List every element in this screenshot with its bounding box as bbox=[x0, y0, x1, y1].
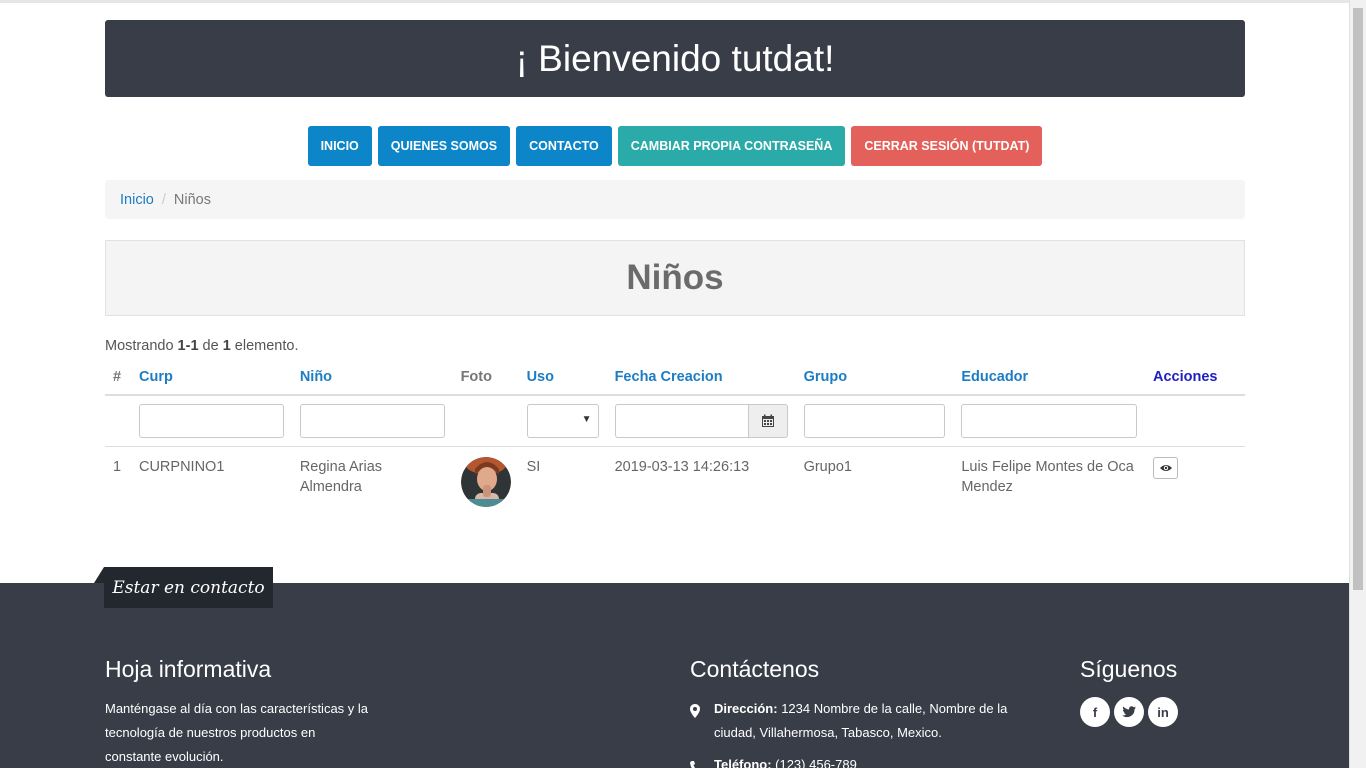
tab-notch bbox=[94, 567, 104, 583]
chevron-down-icon: ▼ bbox=[581, 414, 592, 425]
filter-cell-grupo bbox=[795, 395, 954, 447]
col-header-fecha[interactable]: Fecha Creacion bbox=[606, 360, 796, 396]
social-links: f in bbox=[1080, 697, 1178, 727]
fecha-filter-group bbox=[614, 404, 788, 438]
facebook-icon[interactable]: f bbox=[1080, 697, 1110, 727]
main-nav: INICIO QUIENES SOMOS CONTACTO CAMBIAR PR… bbox=[105, 126, 1245, 166]
footer-tab-label: Estar en contacto bbox=[104, 567, 273, 608]
row-foto bbox=[453, 447, 519, 509]
sort-nino-link[interactable]: Niño bbox=[300, 369, 332, 385]
table-row: 1 CURPNINO1 Regina Arias Almendra SI 201… bbox=[105, 447, 1245, 509]
breadcrumb-current: Niños bbox=[173, 191, 211, 208]
col-header-curp[interactable]: Curp bbox=[130, 360, 292, 396]
filter-cell-acciones bbox=[1145, 395, 1245, 447]
summary-suffix: elemento. bbox=[230, 338, 299, 354]
acciones-label: Acciones bbox=[1153, 369, 1218, 385]
row-uso: SI bbox=[526, 459, 541, 475]
page-title: Niños bbox=[626, 258, 724, 297]
summary-total: 1 bbox=[222, 338, 231, 354]
filter-cell-foto bbox=[452, 395, 519, 447]
newsletter-text: Manténgase al día con las característica… bbox=[105, 701, 369, 764]
welcome-banner: ¡ Bienvenido tutdat! bbox=[105, 20, 1245, 97]
change-password-button[interactable]: CAMBIAR PROPIA CONTRASEÑA bbox=[617, 126, 846, 166]
welcome-text: ¡ Bienvenido tutdat! bbox=[515, 37, 835, 79]
breadcrumb-separator: / bbox=[161, 191, 166, 208]
row-fecha: 2019-03-13 14:26:13 bbox=[614, 459, 750, 475]
address-label: Dirección: bbox=[714, 701, 778, 716]
eye-icon bbox=[1159, 465, 1172, 471]
nino-filter-input[interactable] bbox=[299, 404, 445, 438]
col-header-uso[interactable]: Uso bbox=[518, 360, 607, 396]
follow-title: Síguenos bbox=[1080, 656, 1178, 682]
breadcrumb-home-link[interactable]: Inicio bbox=[120, 192, 154, 208]
educador-filter-input[interactable] bbox=[961, 404, 1137, 438]
col-header-educador[interactable]: Educador bbox=[953, 360, 1145, 396]
col-header-acciones: Acciones bbox=[1145, 360, 1245, 396]
sort-uso-link[interactable]: Uso bbox=[527, 369, 554, 385]
newsletter-title: Hoja informativa bbox=[105, 656, 272, 682]
page-scrollbar[interactable] bbox=[1349, 0, 1366, 768]
twitter-bird-icon bbox=[1122, 706, 1136, 718]
summary-prefix: Mostrando bbox=[105, 338, 178, 354]
grupo-filter-input[interactable] bbox=[803, 404, 946, 438]
calendar-icon bbox=[761, 414, 774, 427]
filter-cell-educador bbox=[953, 395, 1145, 447]
row-number: 1 bbox=[113, 459, 122, 475]
row-nino: Regina Arias Almendra bbox=[299, 459, 383, 495]
footer: Estar en contacto Hoja informativa Manté… bbox=[0, 567, 1349, 773]
phone-value: (123) 456-789 bbox=[771, 757, 857, 772]
table-header-row: # Curp Niño Foto Uso Fecha Creacion Grup… bbox=[105, 360, 1245, 396]
row-educador: Luis Felipe Montes de Oca Mendez bbox=[961, 459, 1134, 495]
col-header-number: # bbox=[105, 360, 131, 396]
twitter-icon[interactable] bbox=[1114, 697, 1144, 727]
breadcrumb: Inicio / Niños bbox=[105, 180, 1245, 219]
filter-cell-nino bbox=[291, 395, 453, 447]
address-text: Dirección: 1234 Nombre de la calle, Nomb… bbox=[714, 697, 1030, 745]
view-button[interactable] bbox=[1153, 457, 1178, 479]
filter-row: ▼ bbox=[105, 395, 1245, 447]
sort-curp-link[interactable]: Curp bbox=[139, 369, 173, 385]
sort-grupo-link[interactable]: Grupo bbox=[804, 369, 848, 385]
nav-inicio-button[interactable]: INICIO bbox=[307, 126, 372, 166]
summary-mid: de bbox=[198, 338, 223, 354]
nav-contacto-button[interactable]: CONTACTO bbox=[516, 126, 612, 166]
col-header-foto: Foto bbox=[452, 360, 519, 396]
row-acciones bbox=[1145, 447, 1245, 509]
uso-filter-select[interactable]: ▼ bbox=[526, 404, 599, 438]
sort-educador-link[interactable]: Educador bbox=[961, 369, 1028, 385]
ninos-table: # Curp Niño Foto Uso Fecha Creacion Grup… bbox=[105, 360, 1245, 509]
row-grupo: Grupo1 bbox=[803, 459, 852, 475]
page-title-panel: Niños bbox=[105, 240, 1245, 316]
map-marker-icon bbox=[690, 697, 714, 745]
nav-quienes-somos-button[interactable]: QUIENES SOMOS bbox=[377, 126, 511, 166]
curp-filter-input[interactable] bbox=[138, 404, 284, 438]
filter-cell-empty bbox=[105, 395, 131, 447]
filter-cell-curp bbox=[130, 395, 292, 447]
top-strip bbox=[0, 0, 1366, 3]
filter-cell-uso: ▼ bbox=[518, 395, 607, 447]
sort-fecha-link[interactable]: Fecha Creacion bbox=[615, 369, 723, 385]
summary-range: 1-1 bbox=[177, 338, 199, 354]
phone-label: Teléfono: bbox=[714, 757, 772, 772]
contact-title: Contáctenos bbox=[690, 656, 820, 682]
address-row: Dirección: 1234 Nombre de la calle, Nomb… bbox=[690, 697, 1030, 745]
results-summary: Mostrando 1-1 de 1 elemento. bbox=[105, 338, 299, 354]
logout-button[interactable]: CERRAR SESIÓN (TUTDAT) bbox=[851, 126, 1043, 166]
filter-cell-fecha bbox=[606, 395, 796, 447]
col-header-nino[interactable]: Niño bbox=[291, 360, 453, 396]
calendar-button[interactable] bbox=[747, 404, 788, 438]
scrollbar-thumb[interactable] bbox=[1353, 8, 1363, 590]
col-header-grupo[interactable]: Grupo bbox=[795, 360, 954, 396]
child-photo bbox=[460, 457, 511, 507]
linkedin-icon[interactable]: in bbox=[1148, 697, 1178, 727]
row-curp: CURPNINO1 bbox=[138, 459, 225, 475]
fecha-filter-input[interactable] bbox=[614, 404, 748, 438]
